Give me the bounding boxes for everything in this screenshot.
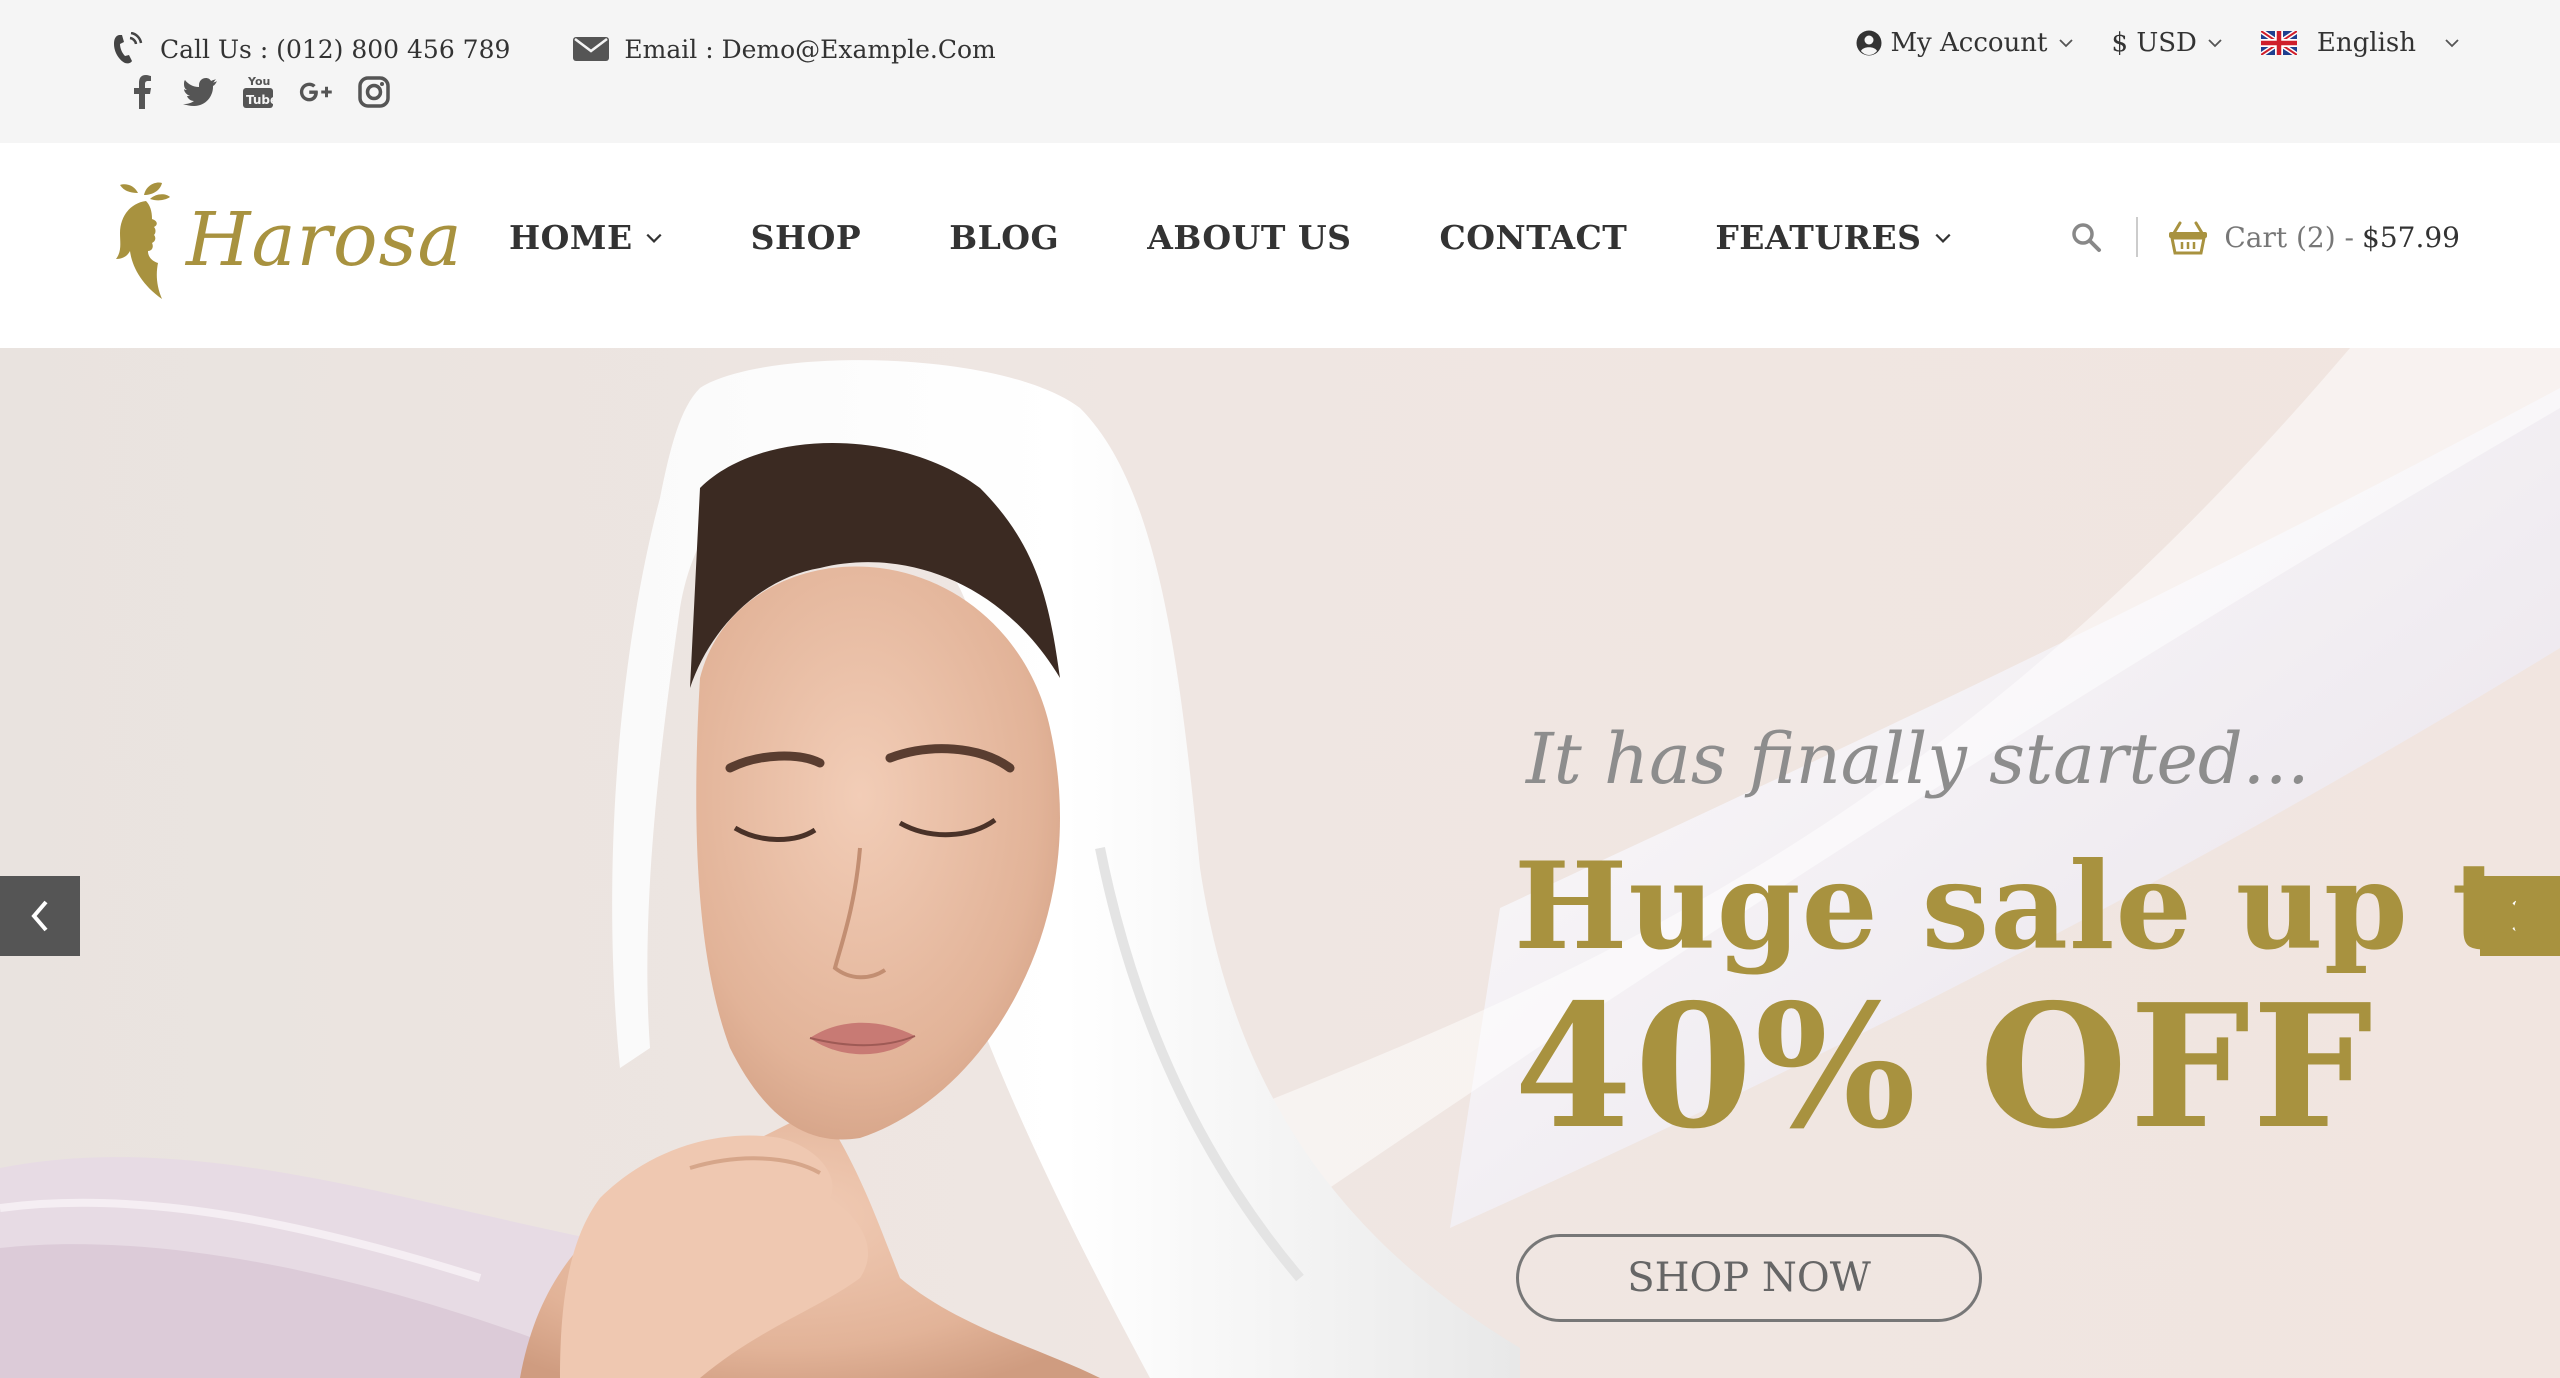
top-right-menu: My Account $ USD English [1856,28,2460,58]
language-dropdown[interactable]: English [2260,28,2460,58]
email-label: Email : Demo@Example.Com [624,34,996,64]
twitter-icon[interactable] [182,74,218,110]
phone-contact[interactable]: Call Us : (012) 800 456 789 [108,30,510,68]
youtube-icon[interactable]: You Tube [240,74,276,110]
instagram-icon[interactable] [356,74,392,110]
nav-about-label: ABOUT US [1147,218,1352,257]
main-nav: HOME SHOP BLOG ABOUT US CONTACT FEATURES [509,218,1952,257]
site-logo[interactable]: Harosa [108,181,462,306]
main-header: Harosa HOME SHOP BLOG ABOUT US CONTACT F… [0,143,2560,348]
social-links: You Tube [124,74,414,110]
language-label: English [2316,28,2416,58]
phone-icon [108,30,146,68]
svg-text:You: You [247,75,270,88]
chevron-left-icon [31,900,48,932]
cart-link[interactable]: Cart (2) - $57.99 [2168,219,2460,255]
chevron-down-icon [2058,39,2073,48]
nav-features[interactable]: FEATURES [1715,218,1951,257]
currency-label: $ USD [2111,28,2197,58]
chevron-down-icon [2208,39,2222,48]
envelope-icon [572,30,610,68]
header-actions: Cart (2) - $57.99 [2068,217,2460,257]
nav-shop[interactable]: SHOP [751,218,862,257]
shopping-basket-icon [2169,221,2208,255]
logo-wordmark: Harosa [186,197,463,283]
woman-silhouette-logo-icon [116,182,170,299]
contact-info: Call Us : (012) 800 456 789 Email : Demo… [108,30,996,68]
hero-subtitle: It has finally started... [1526,718,2310,800]
nav-shop-label: SHOP [750,218,862,257]
facebook-icon[interactable] [124,74,160,110]
header-divider [2136,217,2139,257]
user-circle-icon [1856,30,1882,56]
nav-contact-label: CONTACT [1439,218,1628,257]
chevron-down-icon [1934,233,1951,243]
top-bar: Call Us : (012) 800 456 789 Email : Demo… [0,0,2560,143]
nav-home[interactable]: HOME [509,218,663,257]
chevron-down-icon [2445,39,2459,48]
slider-prev-button[interactable] [0,876,80,956]
uk-flag-icon [2260,31,2297,55]
hero-title-line1: Huge sale up to [1514,836,2560,977]
nav-blog[interactable]: BLOG [949,218,1059,257]
nav-features-label: FEATURES [1715,218,1922,257]
email-contact[interactable]: Email : Demo@Example.Com [572,30,996,68]
cart-total: $57.99 [2362,220,2460,254]
google-plus-icon[interactable] [298,74,334,110]
cart-label: Cart (2) - [2224,220,2355,254]
nav-blog-label: BLOG [949,218,1060,257]
account-label: My Account [1890,28,2048,58]
shop-now-button[interactable]: SHOP NOW [1516,1234,1982,1322]
nav-home-label: HOME [509,218,633,257]
currency-dropdown[interactable]: $ USD [2112,28,2223,58]
hero-caption: It has finally started... Huge sale up t… [1514,718,2560,1167]
hero-title-line2: 40% OFF [1514,967,2375,1167]
chevron-down-icon [646,233,662,243]
phone-label: Call Us : (012) 800 456 789 [160,34,511,64]
hero-slider: It has finally started... Huge sale up t… [0,348,2560,1378]
nav-about-us[interactable]: ABOUT US [1147,218,1351,257]
nav-contact[interactable]: CONTACT [1440,218,1628,257]
svg-text:Tube: Tube [246,93,274,107]
account-dropdown[interactable]: My Account [1856,28,2073,58]
search-icon[interactable] [2068,219,2104,255]
